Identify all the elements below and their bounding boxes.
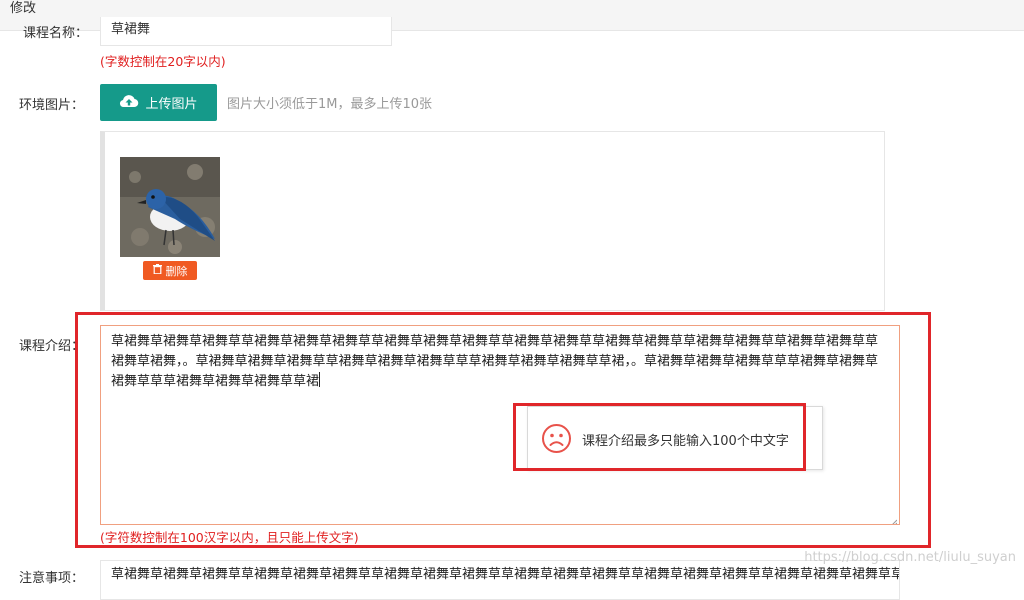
text-caret	[319, 372, 321, 387]
resize-grip-icon[interactable]	[889, 514, 898, 524]
bird-thumbnail	[120, 157, 220, 257]
notes-text: 草裙舞草裙舞草裙舞草草裙舞草裙舞草裙舞草草裙舞草裙舞草裙舞草草裙舞草裙舞草裙舞草…	[111, 567, 900, 582]
delete-image-label: 删除	[165, 264, 188, 278]
course-name-hint: (字数控制在20字以内)	[100, 54, 226, 69]
cloud-upload-icon	[119, 93, 139, 113]
window-title: 修改	[10, 1, 37, 16]
course-name-label: 课程名称：	[22, 26, 88, 41]
watermark: https://blog.csdn.net/liulu_suyan	[804, 550, 1016, 565]
toast-message: 课程介绍最多只能输入100个中文字	[582, 434, 789, 449]
course-name-input[interactable]: 草裙舞	[100, 17, 392, 46]
trash-icon	[152, 264, 162, 277]
upload-image-button[interactable]: 上传图片	[100, 84, 217, 121]
course-intro-text: 草裙舞草裙舞草裙舞草草裙舞草裙舞草裙舞草草裙舞草裙舞草裙舞草草裙舞草裙舞草草裙舞…	[111, 334, 879, 389]
notes-textarea[interactable]: 草裙舞草裙舞草裙舞草草裙舞草裙舞草裙舞草草裙舞草裙舞草裙舞草草裙舞草裙舞草裙舞草…	[100, 560, 900, 600]
upload-image-label: 上传图片	[145, 97, 198, 112]
upload-hint: 图片大小须低于1M，最多上传10张	[227, 97, 433, 112]
env-images-label: 环境图片：	[18, 98, 84, 113]
course-intro-hint: (字符数控制在100汉字以内，且只能上传文字)	[100, 530, 359, 545]
delete-image-button[interactable]: 删除	[143, 261, 197, 280]
course-intro-label: 课程介绍：	[18, 339, 84, 354]
sad-face-icon	[541, 423, 572, 454]
